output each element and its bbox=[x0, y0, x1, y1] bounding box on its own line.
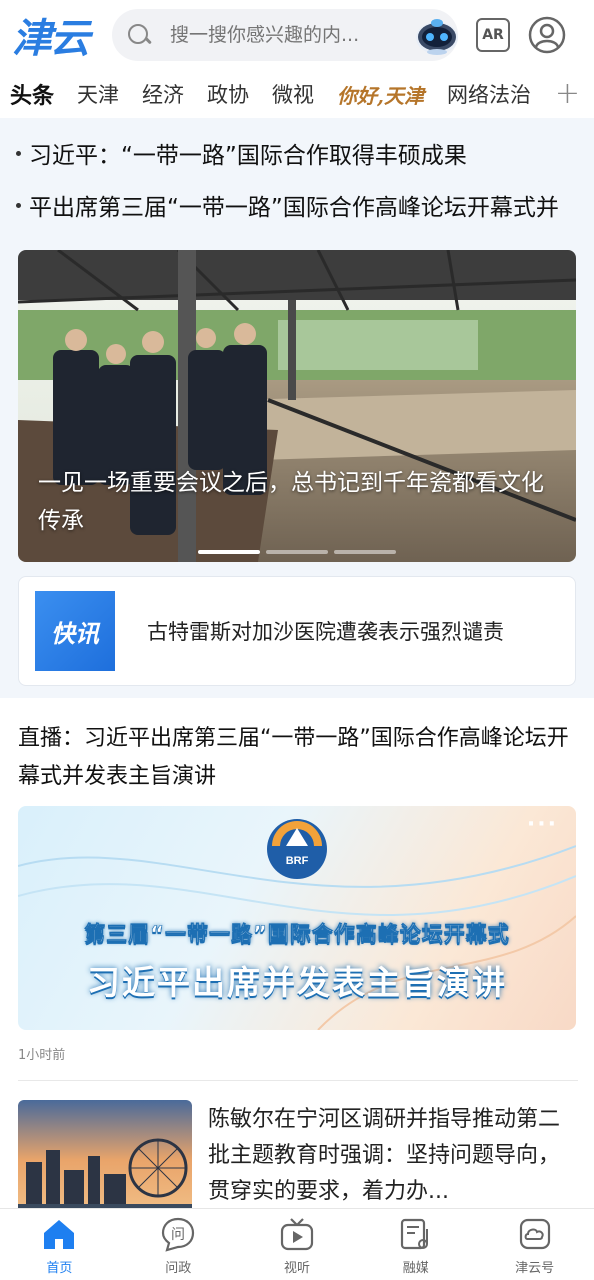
bottom-navigation: 首页 问 问政 视听 融媒 津云号 bbox=[0, 1208, 594, 1280]
tab-headlines[interactable]: 头条 bbox=[10, 78, 54, 110]
tv-icon bbox=[280, 1218, 314, 1251]
news-title[interactable]: 陈敏尔在宁河区调研并指导推动第二批主题教育时强调：坚持问题导向，贯穿实的要求，着… bbox=[208, 1102, 576, 1210]
home-icon bbox=[44, 1220, 75, 1249]
tab-hello-tianjin[interactable]: 你好,天津 bbox=[337, 80, 424, 109]
more-options-icon[interactable]: ··· bbox=[527, 812, 558, 837]
news-thumbnail[interactable] bbox=[18, 1100, 192, 1220]
banner-subtitle: 第三届“一带一路”国际合作高峰论坛开幕式 bbox=[84, 922, 510, 947]
header: 津云 AR bbox=[0, 0, 594, 70]
nav-label: 问政 bbox=[165, 1261, 192, 1276]
photo-carousel[interactable]: 一见一场重要会议之后，总书记到千年瓷都看文化传承 bbox=[18, 250, 576, 562]
banner-title: 习近平出席并发表主旨演讲 bbox=[87, 963, 507, 1002]
brf-logo-text: BRF bbox=[286, 855, 309, 867]
nav-label: 津云号 bbox=[515, 1261, 555, 1276]
live-banner[interactable]: BRF ··· 第三届“一带一路”国际合作高峰论坛开幕式 习近平出席并发表主旨演… bbox=[18, 806, 576, 1030]
search-icon bbox=[126, 22, 152, 48]
svg-text:问: 问 bbox=[171, 1227, 185, 1243]
bullet-icon bbox=[16, 203, 21, 208]
headline-item[interactable]: 习近平：“一带一路”国际合作取得丰硕成果 bbox=[16, 136, 467, 170]
nav-label: 首页 bbox=[46, 1261, 73, 1276]
user-avatar-icon[interactable] bbox=[528, 16, 566, 54]
ar-scan-icon[interactable]: AR bbox=[476, 18, 510, 52]
music-icon bbox=[400, 1218, 428, 1250]
nav-inquiry[interactable]: 问 问政 bbox=[119, 1209, 238, 1280]
search-input[interactable] bbox=[170, 24, 413, 46]
tab-cppcc[interactable]: 政协 bbox=[207, 79, 249, 109]
carousel-caption: 一见一场重要会议之后，总书记到千年瓷都看文化传承 bbox=[38, 470, 544, 534]
flash-news-card[interactable]: 快讯 古特雷斯对加沙医院遭袭表示强烈谴责 bbox=[18, 576, 576, 686]
search-bar[interactable] bbox=[112, 9, 458, 61]
app-root: 津云 AR 头条 天津 经济 政协 微视 你好,天津 bbox=[0, 0, 594, 1280]
add-channel-icon[interactable]: + bbox=[555, 76, 580, 111]
nav-label: 视听 bbox=[283, 1261, 310, 1276]
tab-economy[interactable]: 经济 bbox=[142, 79, 184, 109]
nav-home[interactable]: 首页 bbox=[0, 1209, 119, 1280]
city-skyline-image bbox=[18, 1100, 192, 1220]
flash-news-text: 古特雷斯对加沙医院遭袭表示强烈谴责 bbox=[147, 620, 504, 644]
carousel-dot[interactable] bbox=[266, 550, 328, 554]
headline-text: 习近平：“一带一路”国际合作取得丰硕成果 bbox=[29, 143, 467, 169]
headline-text: 平出席第三届“一带一路”国际合作高峰论坛开幕式并 bbox=[29, 195, 559, 221]
top-section: 习近平：“一带一路”国际合作取得丰硕成果 平出席第三届“一带一路”国际合作高峰论… bbox=[0, 118, 594, 698]
channel-tabs: 头条 天津 经济 政协 微视 你好,天津 网络法治 + bbox=[0, 72, 594, 116]
post-timestamp: 1小时前 bbox=[18, 1048, 66, 1063]
bullet-icon bbox=[16, 151, 21, 156]
headline-item[interactable]: 平出席第三届“一带一路”国际合作高峰论坛开幕式并 bbox=[16, 188, 559, 222]
divider bbox=[18, 1080, 578, 1081]
carousel-indicators bbox=[198, 550, 396, 554]
carousel-dot[interactable] bbox=[198, 550, 260, 554]
carousel-dot[interactable] bbox=[334, 550, 396, 554]
live-title[interactable]: 直播：习近平出席第三届“一带一路”国际合作高峰论坛开幕式并发表主旨演讲 bbox=[18, 720, 578, 796]
cloud-icon bbox=[519, 1218, 550, 1250]
nav-audio-video[interactable]: 视听 bbox=[238, 1209, 357, 1280]
tab-law[interactable]: 网络法治 bbox=[447, 79, 531, 109]
tab-micro-video[interactable]: 微视 bbox=[272, 79, 314, 109]
brf-logo-icon: BRF bbox=[267, 819, 327, 879]
tab-tianjin[interactable]: 天津 bbox=[77, 79, 119, 109]
nav-media[interactable]: 融媒 bbox=[356, 1209, 475, 1280]
question-icon: 问 bbox=[162, 1217, 195, 1252]
nav-jinyun-account[interactable]: 津云号 bbox=[475, 1209, 594, 1280]
app-logo[interactable]: 津云 bbox=[12, 10, 104, 62]
nav-label: 融媒 bbox=[402, 1261, 429, 1276]
flash-news-badge: 快讯 bbox=[35, 591, 115, 671]
robot-assistant-icon[interactable] bbox=[413, 14, 461, 56]
